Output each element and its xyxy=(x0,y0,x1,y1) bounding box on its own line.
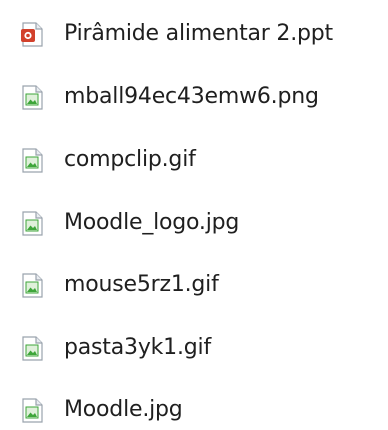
file-name[interactable]: Moodle_logo.jpg xyxy=(64,203,239,243)
file-item-mouse5rz1[interactable]: mouse5rz1.gif xyxy=(0,265,219,305)
image-file-icon xyxy=(19,84,45,111)
file-name[interactable]: Pirâmide alimentar 2.ppt xyxy=(64,14,333,54)
file-list: Pirâmide alimentar 2.ppt mball94ec43emw6… xyxy=(0,0,388,428)
image-file-icon xyxy=(19,335,45,362)
file-name[interactable]: mball94ec43emw6.png xyxy=(64,77,319,117)
file-name[interactable]: Moodle.jpg xyxy=(64,390,183,430)
file-item-piramide-alimentar[interactable]: Pirâmide alimentar 2.ppt xyxy=(0,14,333,54)
image-file-icon xyxy=(19,147,45,174)
image-file-icon xyxy=(19,397,45,424)
file-name[interactable]: mouse5rz1.gif xyxy=(64,265,219,305)
image-file-icon xyxy=(19,210,45,237)
file-name[interactable]: compclip.gif xyxy=(64,140,196,180)
image-file-icon xyxy=(19,272,45,299)
file-name[interactable]: pasta3yk1.gif xyxy=(64,328,211,368)
file-item-pasta3yk1[interactable]: pasta3yk1.gif xyxy=(0,328,211,368)
powerpoint-file-icon xyxy=(19,21,45,48)
file-item-moodle-logo[interactable]: Moodle_logo.jpg xyxy=(0,203,239,243)
file-item-moodle[interactable]: Moodle.jpg xyxy=(0,390,183,430)
file-item-mball[interactable]: mball94ec43emw6.png xyxy=(0,77,319,117)
file-item-compclip[interactable]: compclip.gif xyxy=(0,140,196,180)
